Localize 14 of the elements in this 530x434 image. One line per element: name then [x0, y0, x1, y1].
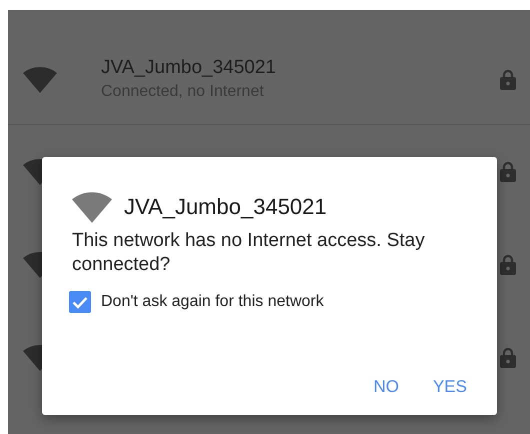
checkbox[interactable]	[69, 291, 91, 313]
network-name: JVA_Jumbo_345021	[101, 57, 277, 79]
wifi-icon	[23, 66, 57, 92]
dialog-button[interactable]: NO	[365, 371, 407, 403]
dialog-title: JVA_Jumbo_345021	[124, 194, 327, 220]
checkmark-icon	[72, 296, 88, 308]
lock-icon	[500, 347, 516, 368]
wifi-icon	[72, 191, 112, 223]
lock-icon	[500, 161, 516, 182]
lock-icon	[500, 68, 516, 90]
dialog-button[interactable]: YES	[424, 371, 475, 403]
lock-icon	[500, 254, 516, 275]
checkbox-label: Don't ask again for this network	[101, 293, 324, 311]
dialog-message: This network has no Internet access. Stay connected?	[72, 229, 426, 277]
